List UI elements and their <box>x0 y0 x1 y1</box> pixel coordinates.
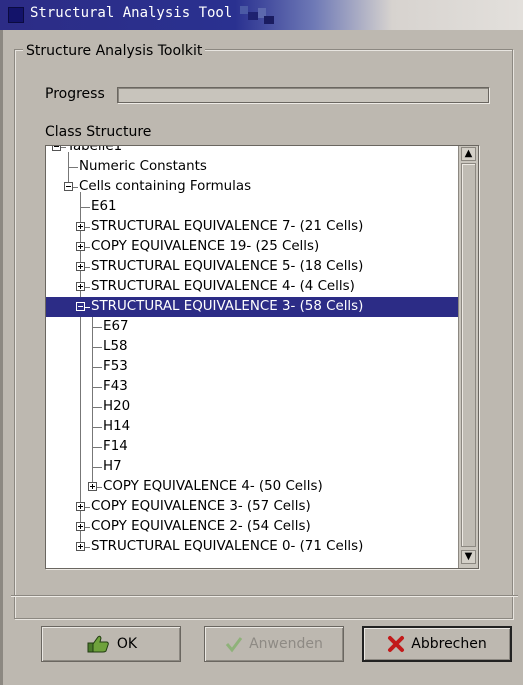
button-separator <box>11 595 518 597</box>
tree-row[interactable]: STRUCTURAL EQUIVALENCE 4- (4 Cells) <box>46 277 458 297</box>
tree-node-label: H20 <box>103 398 131 414</box>
class-structure-tree[interactable]: Tabelle1 Numeric Constants Cells containin… <box>46 145 458 568</box>
tree-scrollbar[interactable]: ▲ ▼ <box>458 146 478 568</box>
dialog-body: Structure Analysis Toolkit Progress Clas… <box>0 30 523 685</box>
tree-row[interactable]: H20 <box>46 397 458 417</box>
tree-row[interactable]: F53 <box>46 357 458 377</box>
scroll-down-arrow-icon[interactable]: ▼ <box>461 550 476 564</box>
class-structure-tree-frame: Tabelle1 Numeric Constants Cells containin… <box>45 145 479 569</box>
window-title: Structural Analysis Tool <box>30 5 233 21</box>
collapse-icon[interactable] <box>52 146 61 151</box>
tree-row[interactable]: STRUCTURAL EQUIVALENCE 3- (58 Cells) <box>46 296 458 317</box>
tree-node-label: L58 <box>103 338 128 354</box>
x-icon <box>388 636 405 652</box>
tree-row[interactable]: E61 <box>46 197 458 217</box>
tree-node-label: E61 <box>91 198 117 214</box>
tree-connector <box>85 266 90 268</box>
expand-icon[interactable] <box>76 521 85 531</box>
tree-row[interactable]: F14 <box>46 437 458 457</box>
check-icon <box>225 637 243 653</box>
tree-row[interactable]: E67 <box>46 317 458 337</box>
tree-node-label: H7 <box>103 458 122 474</box>
tree-row[interactable]: Numeric Constants <box>46 157 458 177</box>
expand-icon[interactable] <box>76 281 85 291</box>
tree-node-label: COPY EQUIVALENCE 19- (25 Cells) <box>91 238 320 254</box>
tree-connector <box>85 246 90 248</box>
progress-bar <box>117 87 489 103</box>
tree-row[interactable]: Tabelle1 <box>46 145 458 157</box>
tree-connector <box>85 226 90 228</box>
tree-row[interactable]: Cells containing Formulas <box>46 177 458 197</box>
tree-node-label: F43 <box>103 378 128 394</box>
progress-label: Progress <box>45 86 105 102</box>
tree-node-label: STRUCTURAL EQUIVALENCE 5- (18 Cells) <box>91 258 364 274</box>
tree-connector <box>85 526 90 528</box>
titlebar-decoration-icon <box>240 6 274 24</box>
tree-row[interactable]: COPY EQUIVALENCE 2- (54 Cells) <box>46 517 458 537</box>
tree-row[interactable]: STRUCTURAL EQUIVALENCE 0- (71 Cells) <box>46 537 458 557</box>
thumbs-up-icon <box>87 635 109 653</box>
tree-row[interactable]: H7 <box>46 457 458 477</box>
tree-node-label: Cells containing Formulas <box>79 178 252 194</box>
tree-connector <box>92 406 102 408</box>
tree-connector <box>92 326 102 328</box>
tree-node-label: F53 <box>103 358 128 374</box>
tree-connector <box>92 386 102 388</box>
tree-row[interactable]: COPY EQUIVALENCE 19- (25 Cells) <box>46 237 458 257</box>
collapse-icon[interactable] <box>76 301 85 311</box>
group-title: Structure Analysis Toolkit <box>23 43 206 59</box>
tree-connector <box>85 546 90 548</box>
tree-connector <box>92 466 102 468</box>
tree-connector <box>92 346 102 348</box>
cancel-button-label: Abbrechen <box>411 636 487 652</box>
tree-node-label: STRUCTURAL EQUIVALENCE 4- (4 Cells) <box>91 278 355 294</box>
tree-connector <box>85 286 90 288</box>
expand-icon[interactable] <box>76 241 85 251</box>
tree-node-label: STRUCTURAL EQUIVALENCE 3- (58 Cells) <box>91 298 364 314</box>
tree-node-label: STRUCTURAL EQUIVALENCE 0- (71 Cells) <box>91 538 364 554</box>
tree-node-label: H14 <box>103 418 131 434</box>
window-titlebar[interactable]: Structural Analysis Tool <box>0 0 523 30</box>
apply-button-label: Anwenden <box>249 636 323 652</box>
tree-connector <box>92 366 102 368</box>
tree-node-label: COPY EQUIVALENCE 2- (54 Cells) <box>91 518 311 534</box>
tree-node-label: Numeric Constants <box>79 158 207 174</box>
collapse-icon[interactable] <box>64 181 73 191</box>
tree-connector <box>92 426 102 428</box>
tree-row[interactable]: STRUCTURAL EQUIVALENCE 7- (21 Cells) <box>46 217 458 237</box>
tree-node-label: F14 <box>103 438 128 454</box>
tree-row[interactable]: H14 <box>46 417 458 437</box>
ok-button-label: OK <box>116 636 138 652</box>
cancel-button[interactable]: Abbrechen <box>362 626 512 662</box>
tree-row[interactable]: F43 <box>46 377 458 397</box>
expand-icon[interactable] <box>88 481 97 491</box>
tree-connector <box>85 506 90 508</box>
tree-row[interactable]: COPY EQUIVALENCE 4- (50 Cells) <box>46 477 458 497</box>
tree-connector <box>73 186 78 188</box>
window-menu-icon[interactable] <box>8 7 24 23</box>
expand-icon[interactable] <box>76 221 85 231</box>
scroll-up-arrow-icon[interactable]: ▲ <box>461 147 476 161</box>
tree-node-label: COPY EQUIVALENCE 3- (57 Cells) <box>91 498 311 514</box>
ok-button[interactable]: OK <box>41 626 181 662</box>
apply-button[interactable]: Anwenden <box>204 626 344 662</box>
tree-connector <box>68 166 78 168</box>
tree-connector <box>61 146 66 148</box>
tree-connector <box>92 446 102 448</box>
tree-row[interactable]: L58 <box>46 337 458 357</box>
tree-node-label: E67 <box>103 318 129 334</box>
tree-node-label: STRUCTURAL EQUIVALENCE 7- (21 Cells) <box>91 218 364 234</box>
expand-icon[interactable] <box>76 261 85 271</box>
class-structure-label: Class Structure <box>45 124 152 140</box>
tree-row[interactable]: STRUCTURAL EQUIVALENCE 5- (18 Cells) <box>46 257 458 277</box>
tree-connector <box>80 206 90 208</box>
tree-row[interactable]: COPY EQUIVALENCE 3- (57 Cells) <box>46 497 458 517</box>
scrollbar-thumb[interactable] <box>461 163 476 547</box>
tree-connector <box>97 486 102 488</box>
expand-icon[interactable] <box>76 501 85 511</box>
tree-node-label: COPY EQUIVALENCE 4- (50 Cells) <box>103 478 323 494</box>
tree-node-label: Tabelle1 <box>67 145 123 154</box>
tree-connector <box>85 306 90 308</box>
expand-icon[interactable] <box>76 541 85 551</box>
